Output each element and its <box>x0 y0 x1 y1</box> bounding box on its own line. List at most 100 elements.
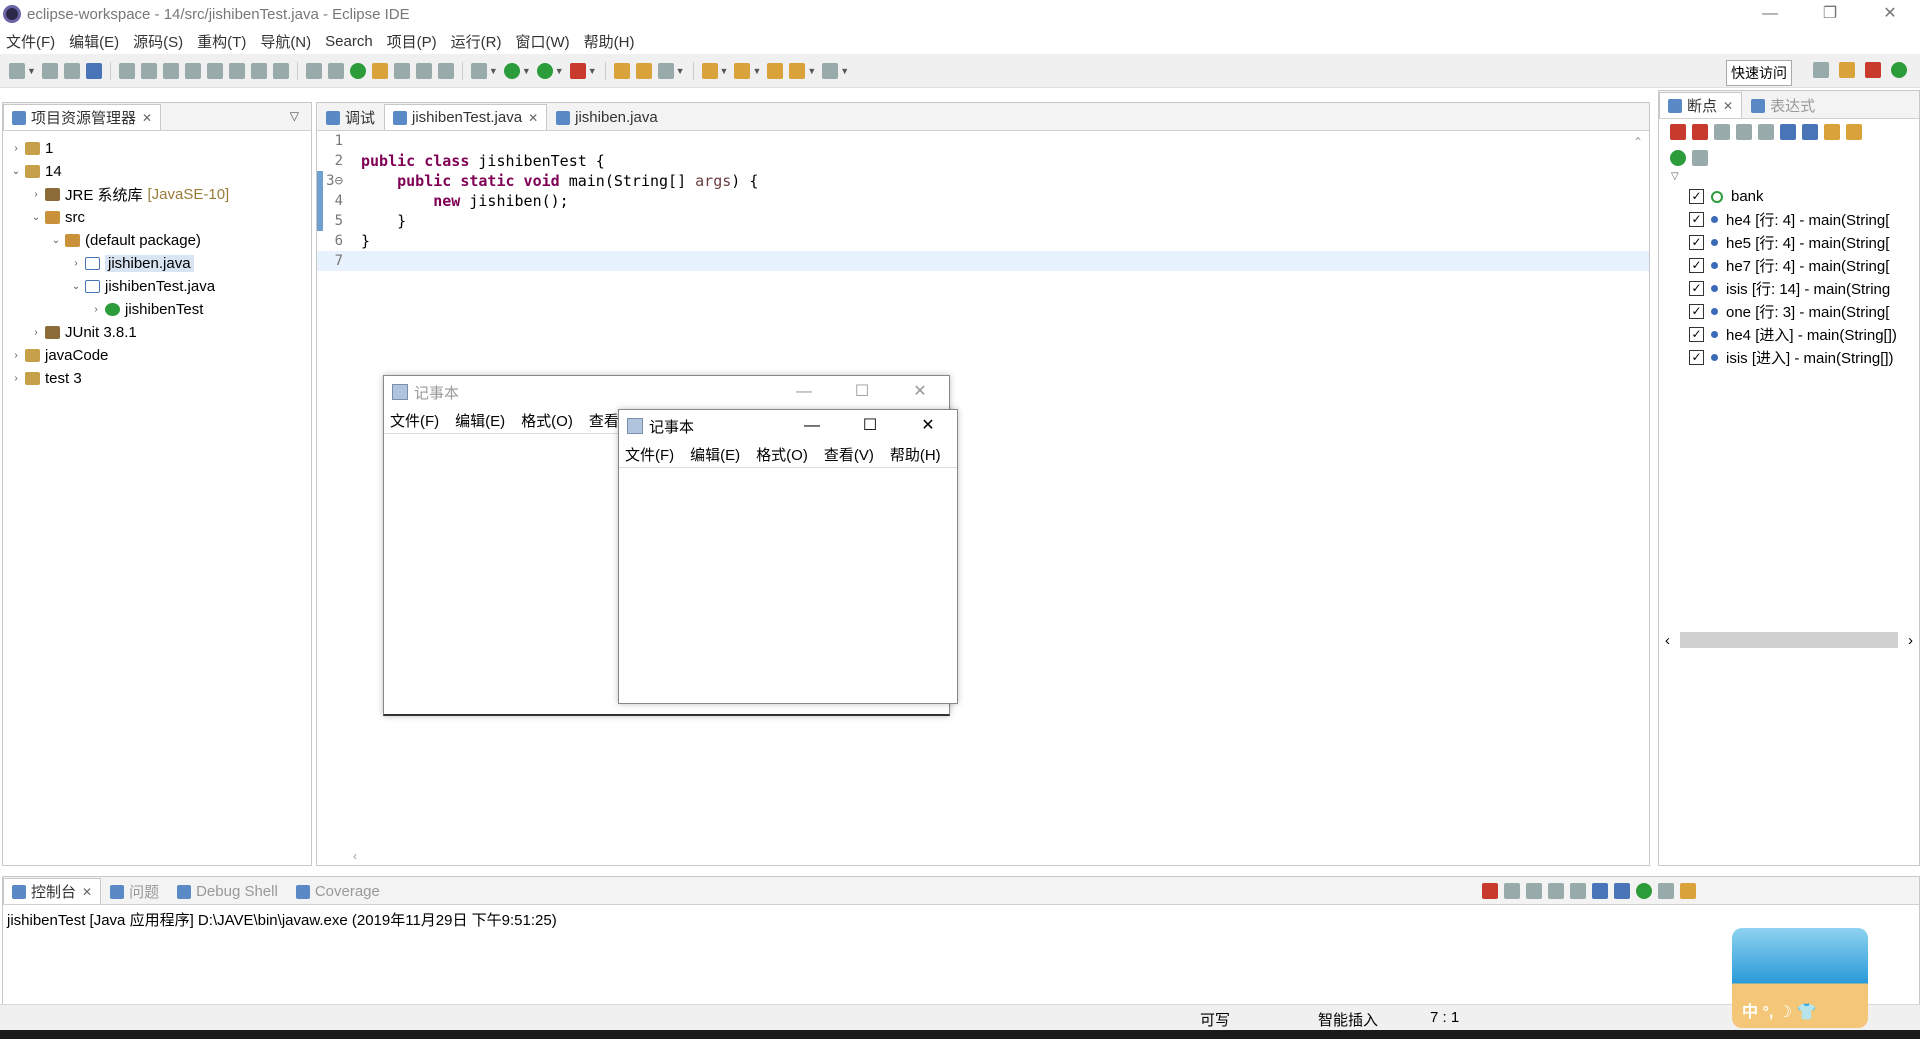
skip-breakpoints-icon[interactable] <box>118 62 135 79</box>
external-tools-icon[interactable] <box>569 62 586 79</box>
breakpoint-checkbox[interactable]: ✓ <box>1689 235 1704 250</box>
editor-horizontal-scrollbar[interactable]: ‹ <box>353 849 1609 863</box>
maximize-button[interactable]: ☐ <box>841 410 899 442</box>
breakpoint-checkbox[interactable]: ✓ <box>1689 350 1704 365</box>
tree-item[interactable]: › JUnit 3.8.1 <box>3 321 311 344</box>
menu-view[interactable]: 查看(V) <box>824 444 874 465</box>
tab-breakpoints[interactable]: 断点 ✕ <box>1659 92 1743 118</box>
step-into-icon[interactable] <box>228 62 245 79</box>
forward-dropdown-icon[interactable]: ▼ <box>840 66 849 76</box>
open-perspective-icon[interactable] <box>1813 62 1829 78</box>
drop-to-frame-icon[interactable] <box>305 62 322 79</box>
expand-arrow-icon[interactable]: › <box>9 143 23 154</box>
breakpoint-group-icon[interactable] <box>1692 150 1708 166</box>
back-icon[interactable] <box>789 62 806 79</box>
menu-source[interactable]: 源码(S) <box>133 31 183 52</box>
tab-console[interactable]: 控制台 ✕ <box>3 878 102 904</box>
scroll-left-icon[interactable]: ‹ <box>1665 632 1670 649</box>
search-icon[interactable] <box>657 62 674 79</box>
tab-editor-file[interactable]: jishiben.java <box>547 104 667 130</box>
expand-arrow-icon[interactable]: › <box>9 350 23 361</box>
editor-vertical-scrollbar[interactable]: ⌃ <box>1631 135 1645 841</box>
restore-button[interactable]: ❐ <box>1800 0 1860 28</box>
menu-edit[interactable]: 编辑(E) <box>69 31 119 52</box>
menu-window[interactable]: 窗口(W) <box>516 31 570 52</box>
view-menu-icon[interactable]: ▽ <box>290 109 299 123</box>
word-wrap-icon[interactable] <box>1592 883 1608 899</box>
last-edit-icon[interactable] <box>767 62 784 79</box>
breakpoint-checkbox[interactable]: ✓ <box>1689 212 1704 227</box>
code-line[interactable]: 1 <box>317 131 1649 151</box>
code-line[interactable]: 5 } <box>317 211 1649 231</box>
terminate-icon[interactable] <box>184 62 201 79</box>
close-icon[interactable]: ✕ <box>142 111 152 125</box>
tab-editor-file[interactable]: jishibenTest.java ✕ <box>384 104 548 130</box>
previous-annotation-dropdown-icon[interactable]: ▼ <box>752 66 761 76</box>
expand-arrow-icon[interactable]: › <box>29 327 43 338</box>
breakpoint-item[interactable]: ✓ he4 [进入] - main(String[]) <box>1659 323 1919 346</box>
code-line[interactable]: 3⊖ public static void main(String[] args… <box>317 171 1649 191</box>
close-button[interactable]: ✕ <box>891 376 949 408</box>
close-icon[interactable]: ✕ <box>1723 99 1733 113</box>
breakpoint-item[interactable]: ✓ one [行: 3] - main(String[ <box>1659 300 1919 323</box>
tree-item[interactable]: ⌄ src <box>3 206 311 229</box>
close-button[interactable]: ✕ <box>899 410 957 442</box>
menu-edit[interactable]: 编辑(E) <box>455 410 505 431</box>
collapse-arrow-icon[interactable]: ⌄ <box>69 281 83 292</box>
new-icon[interactable] <box>9 62 25 79</box>
expand-arrow-icon[interactable]: › <box>9 373 23 384</box>
breakpoint-item[interactable]: ✓ bank <box>1659 185 1919 208</box>
open-type-icon[interactable] <box>349 62 366 79</box>
breakpoints-horizontal-scrollbar[interactable]: ‹ › <box>1665 631 1913 649</box>
debug-icon[interactable] <box>470 62 487 79</box>
go-to-file-icon[interactable] <box>1736 124 1752 140</box>
toggle-mark-occurrences-icon[interactable] <box>371 62 388 79</box>
menu-file[interactable]: 文件(F) <box>390 410 439 431</box>
next-annotation-icon[interactable] <box>701 62 718 79</box>
save-icon[interactable] <box>41 62 58 79</box>
menu-view[interactable]: 查看 <box>589 410 619 431</box>
disconnect-icon[interactable] <box>206 62 223 79</box>
add-exception-breakpoint-icon[interactable] <box>1846 124 1862 140</box>
collapse-arrow-icon[interactable]: ⌄ <box>49 235 63 246</box>
code-line[interactable]: 2 public class jishibenTest { <box>317 151 1649 171</box>
step-over-icon[interactable] <box>250 62 267 79</box>
search-dropdown-icon[interactable]: ▼ <box>676 66 685 76</box>
pin-console-icon[interactable] <box>1636 883 1652 899</box>
link-with-debug-view-icon[interactable] <box>1824 124 1840 140</box>
open-console-icon[interactable] <box>1680 883 1696 899</box>
close-icon[interactable]: ✕ <box>82 885 92 899</box>
resume-icon[interactable] <box>140 62 157 79</box>
breakpoint-item[interactable]: ✓ he7 [行: 4] - main(String[ <box>1659 254 1919 277</box>
show-supported-breakpoints-icon[interactable] <box>1714 124 1730 140</box>
breakpoint-checkbox[interactable]: ✓ <box>1689 304 1704 319</box>
code-line[interactable]: 6} <box>317 231 1649 251</box>
tab-expressions[interactable]: 表达式 <box>1742 92 1824 118</box>
toggle-block-selection-icon[interactable] <box>393 62 410 79</box>
menu-search[interactable]: Search <box>325 33 373 50</box>
paragraph-icon[interactable] <box>437 62 454 79</box>
menu-file[interactable]: 文件(F) <box>6 31 55 52</box>
back-dropdown-icon[interactable]: ▼ <box>807 66 816 76</box>
code-line[interactable]: 4 new jishiben(); <box>317 191 1649 211</box>
breakpoint-item[interactable]: ✓ he5 [行: 4] - main(String[ <box>1659 231 1919 254</box>
save-all-icon[interactable] <box>63 62 80 79</box>
tree-item[interactable]: › javaCode <box>3 344 311 367</box>
menu-file[interactable]: 文件(F) <box>625 444 674 465</box>
collapse-arrow-icon[interactable]: ⌄ <box>9 166 23 177</box>
tab-project-explorer[interactable]: 项目资源管理器 ✕ <box>3 104 162 130</box>
tab-problems[interactable]: 问题 <box>101 878 168 904</box>
forward-icon[interactable] <box>822 62 839 79</box>
tree-item[interactable]: › JRE 系统库 [JavaSE-10] <box>3 183 311 206</box>
expand-all-icon[interactable] <box>1780 124 1796 140</box>
menu-help[interactable]: 帮助(H) <box>584 31 635 52</box>
terminate-icon[interactable] <box>1482 883 1498 899</box>
breakpoint-checkbox[interactable]: ✓ <box>1689 281 1704 296</box>
code-line[interactable]: 7 <box>317 251 1649 271</box>
tab-coverage[interactable]: Coverage <box>287 878 389 904</box>
remove-launch-icon[interactable] <box>1504 883 1520 899</box>
java-ee-perspective-icon[interactable] <box>1839 62 1855 78</box>
remove-all-launches-icon[interactable] <box>1526 883 1542 899</box>
show-whitespace-icon[interactable] <box>415 62 432 79</box>
remove-breakpoint-icon[interactable] <box>1670 124 1686 140</box>
